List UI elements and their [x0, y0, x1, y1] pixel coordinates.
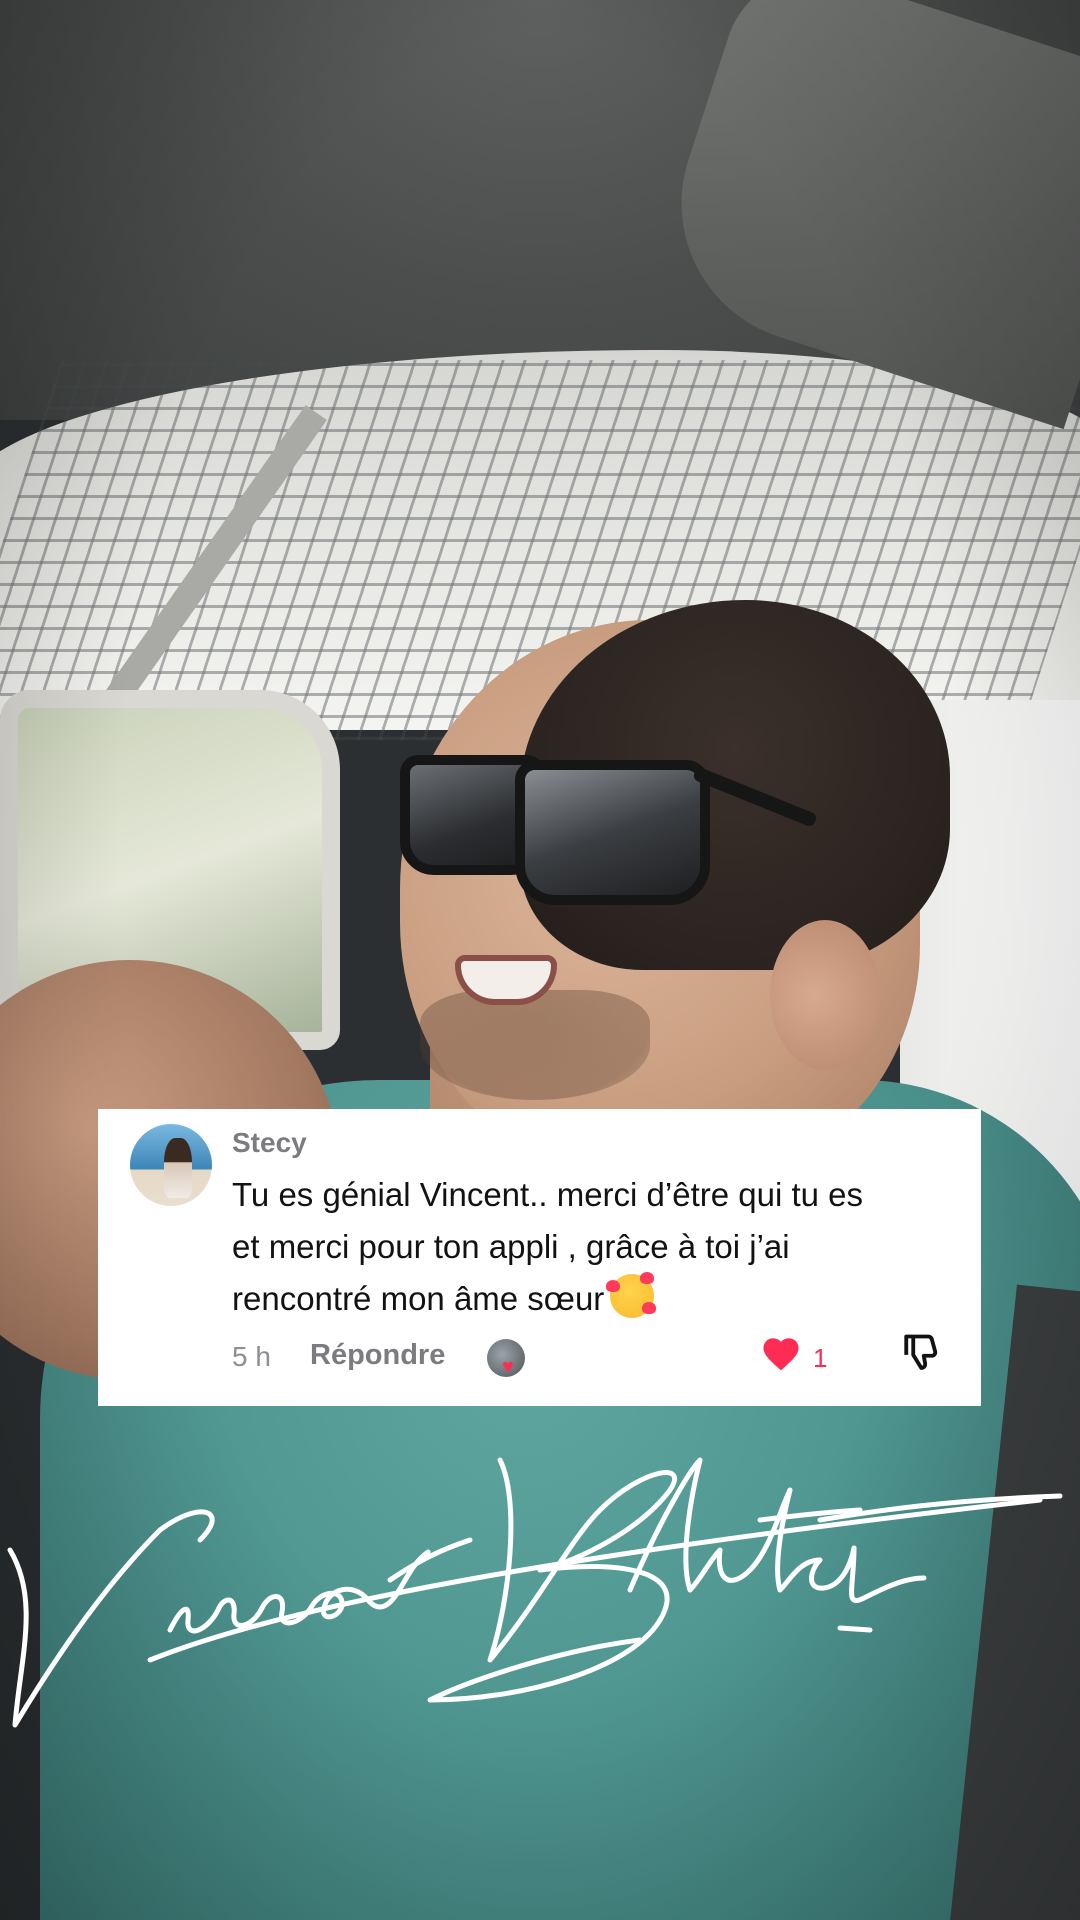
avatar-figure — [164, 1138, 192, 1198]
video-frame[interactable]: Stecy Tu es génial Vincent.. merci d’êtr… — [0, 0, 1080, 1920]
signature-watermark — [7, 1457, 1063, 1728]
comment-text: Tu es génial Vincent.. merci d’être qui … — [232, 1169, 952, 1325]
comment-line-2: et merci pour ton appli , grâce à toi j’… — [232, 1228, 790, 1265]
creator-heart-icon: ♥ — [502, 1356, 514, 1378]
comment-line-3: rencontré mon âme sœur — [232, 1272, 952, 1325]
heart-filled-icon[interactable] — [760, 1333, 802, 1375]
like-count: 1 — [813, 1343, 828, 1373]
comment-card[interactable]: Stecy Tu es génial Vincent.. merci d’êtr… — [98, 1109, 981, 1406]
comment-line-3-text: rencontré mon âme sœur — [232, 1280, 605, 1317]
comment-timestamp: 5 h — [232, 1341, 271, 1372]
reply-button[interactable]: Répondre — [310, 1339, 445, 1372]
smiling-face-with-hearts-icon — [606, 1272, 657, 1318]
comment-line-1: Tu es génial Vincent.. merci d’être qui … — [232, 1176, 863, 1213]
commenter-username[interactable]: Stecy — [232, 1127, 307, 1159]
commenter-avatar[interactable] — [130, 1124, 212, 1206]
thumbs-down-icon[interactable] — [901, 1331, 943, 1377]
